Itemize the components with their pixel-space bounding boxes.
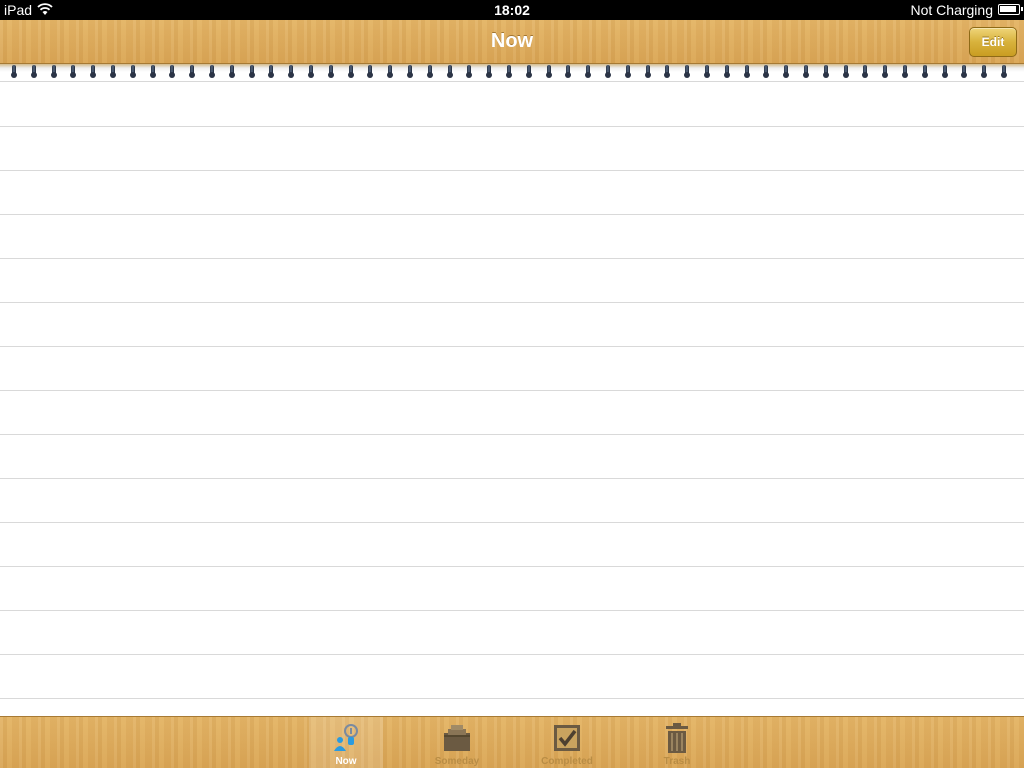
spiral-ring	[268, 65, 274, 78]
spiral-ring	[684, 65, 690, 78]
status-bar: iPad 18:02 Not Charging	[0, 0, 1024, 20]
ruled-line	[0, 522, 1024, 523]
spiral-ring	[110, 65, 116, 78]
spiral-ring	[961, 65, 967, 78]
inbox-tray-icon	[444, 725, 470, 751]
spiral-ring	[664, 65, 670, 78]
spiral-ring	[783, 65, 789, 78]
spiral-ring	[11, 65, 17, 78]
spiral-ring	[288, 65, 294, 78]
spiral-ring	[744, 65, 750, 78]
spiral-ring	[169, 65, 175, 78]
spiral-ring	[367, 65, 373, 78]
tab-label: Now	[335, 756, 357, 767]
spiral-ring	[546, 65, 552, 78]
ruled-line	[0, 346, 1024, 347]
spiral-ring	[981, 65, 987, 78]
tab-now[interactable]: Now	[309, 717, 383, 768]
ruled-line	[0, 258, 1024, 259]
spiral-ring	[803, 65, 809, 78]
spiral-ring	[862, 65, 868, 78]
spiral-ring	[189, 65, 195, 78]
ruled-line	[0, 610, 1024, 611]
spiral-ring	[942, 65, 948, 78]
tab-trash[interactable]: Trash	[640, 717, 714, 768]
ruled-line	[0, 390, 1024, 391]
spiral-ring	[328, 65, 334, 78]
spiral-ring	[823, 65, 829, 78]
spiral-ring	[585, 65, 591, 78]
battery-icon	[998, 4, 1023, 15]
ruled-line	[0, 478, 1024, 479]
spiral-ring	[645, 65, 651, 78]
ruled-line	[0, 654, 1024, 655]
spiral-ring	[387, 65, 393, 78]
status-time: 18:02	[494, 2, 530, 18]
spiral-ring	[308, 65, 314, 78]
tab-label: Completed	[541, 756, 593, 767]
edit-button[interactable]: Edit	[969, 27, 1017, 57]
charging-status: Not Charging	[910, 2, 994, 18]
spiral-ring	[348, 65, 354, 78]
spiral-ring	[249, 65, 255, 78]
spiral-ring	[229, 65, 235, 78]
spiral-ring	[31, 65, 37, 78]
spiral-ring	[466, 65, 472, 78]
spiral-ring	[882, 65, 888, 78]
spiral-ring	[70, 65, 76, 78]
tab-label: Trash	[663, 756, 691, 767]
spiral-binding	[0, 64, 1024, 82]
spiral-ring	[447, 65, 453, 78]
ruled-line	[0, 214, 1024, 215]
spiral-ring	[902, 65, 908, 78]
person-pin-icon	[334, 724, 358, 751]
spiral-ring	[130, 65, 136, 78]
spiral-ring	[605, 65, 611, 78]
spiral-ring	[150, 65, 156, 78]
spiral-ring	[209, 65, 215, 78]
tab-someday[interactable]: Someday	[420, 717, 494, 768]
spiral-ring	[90, 65, 96, 78]
spiral-ring	[843, 65, 849, 78]
tab-label: Someday	[434, 756, 480, 767]
spiral-ring	[526, 65, 532, 78]
ruled-line	[0, 170, 1024, 171]
spiral-ring	[704, 65, 710, 78]
page-title: Now	[490, 30, 534, 52]
tab-bar: Now Someday Completed Trash	[0, 716, 1024, 768]
navigation-bar: Now Edit	[0, 20, 1024, 64]
spiral-ring	[51, 65, 57, 78]
spiral-ring	[565, 65, 571, 78]
trash-can-icon	[666, 723, 688, 753]
spiral-ring	[1001, 65, 1007, 78]
checkbox-icon	[554, 725, 580, 751]
spiral-ring	[506, 65, 512, 78]
spiral-ring	[724, 65, 730, 78]
spiral-ring	[486, 65, 492, 78]
spiral-ring	[625, 65, 631, 78]
spiral-ring	[427, 65, 433, 78]
spiral-ring	[407, 65, 413, 78]
ruled-line	[0, 126, 1024, 127]
spiral-ring	[922, 65, 928, 78]
ruled-line	[0, 698, 1024, 699]
ruled-line	[0, 566, 1024, 567]
task-list[interactable]	[0, 82, 1024, 716]
spiral-ring	[763, 65, 769, 78]
ruled-line	[0, 434, 1024, 435]
ruled-line	[0, 302, 1024, 303]
tab-completed[interactable]: Completed	[530, 717, 604, 768]
